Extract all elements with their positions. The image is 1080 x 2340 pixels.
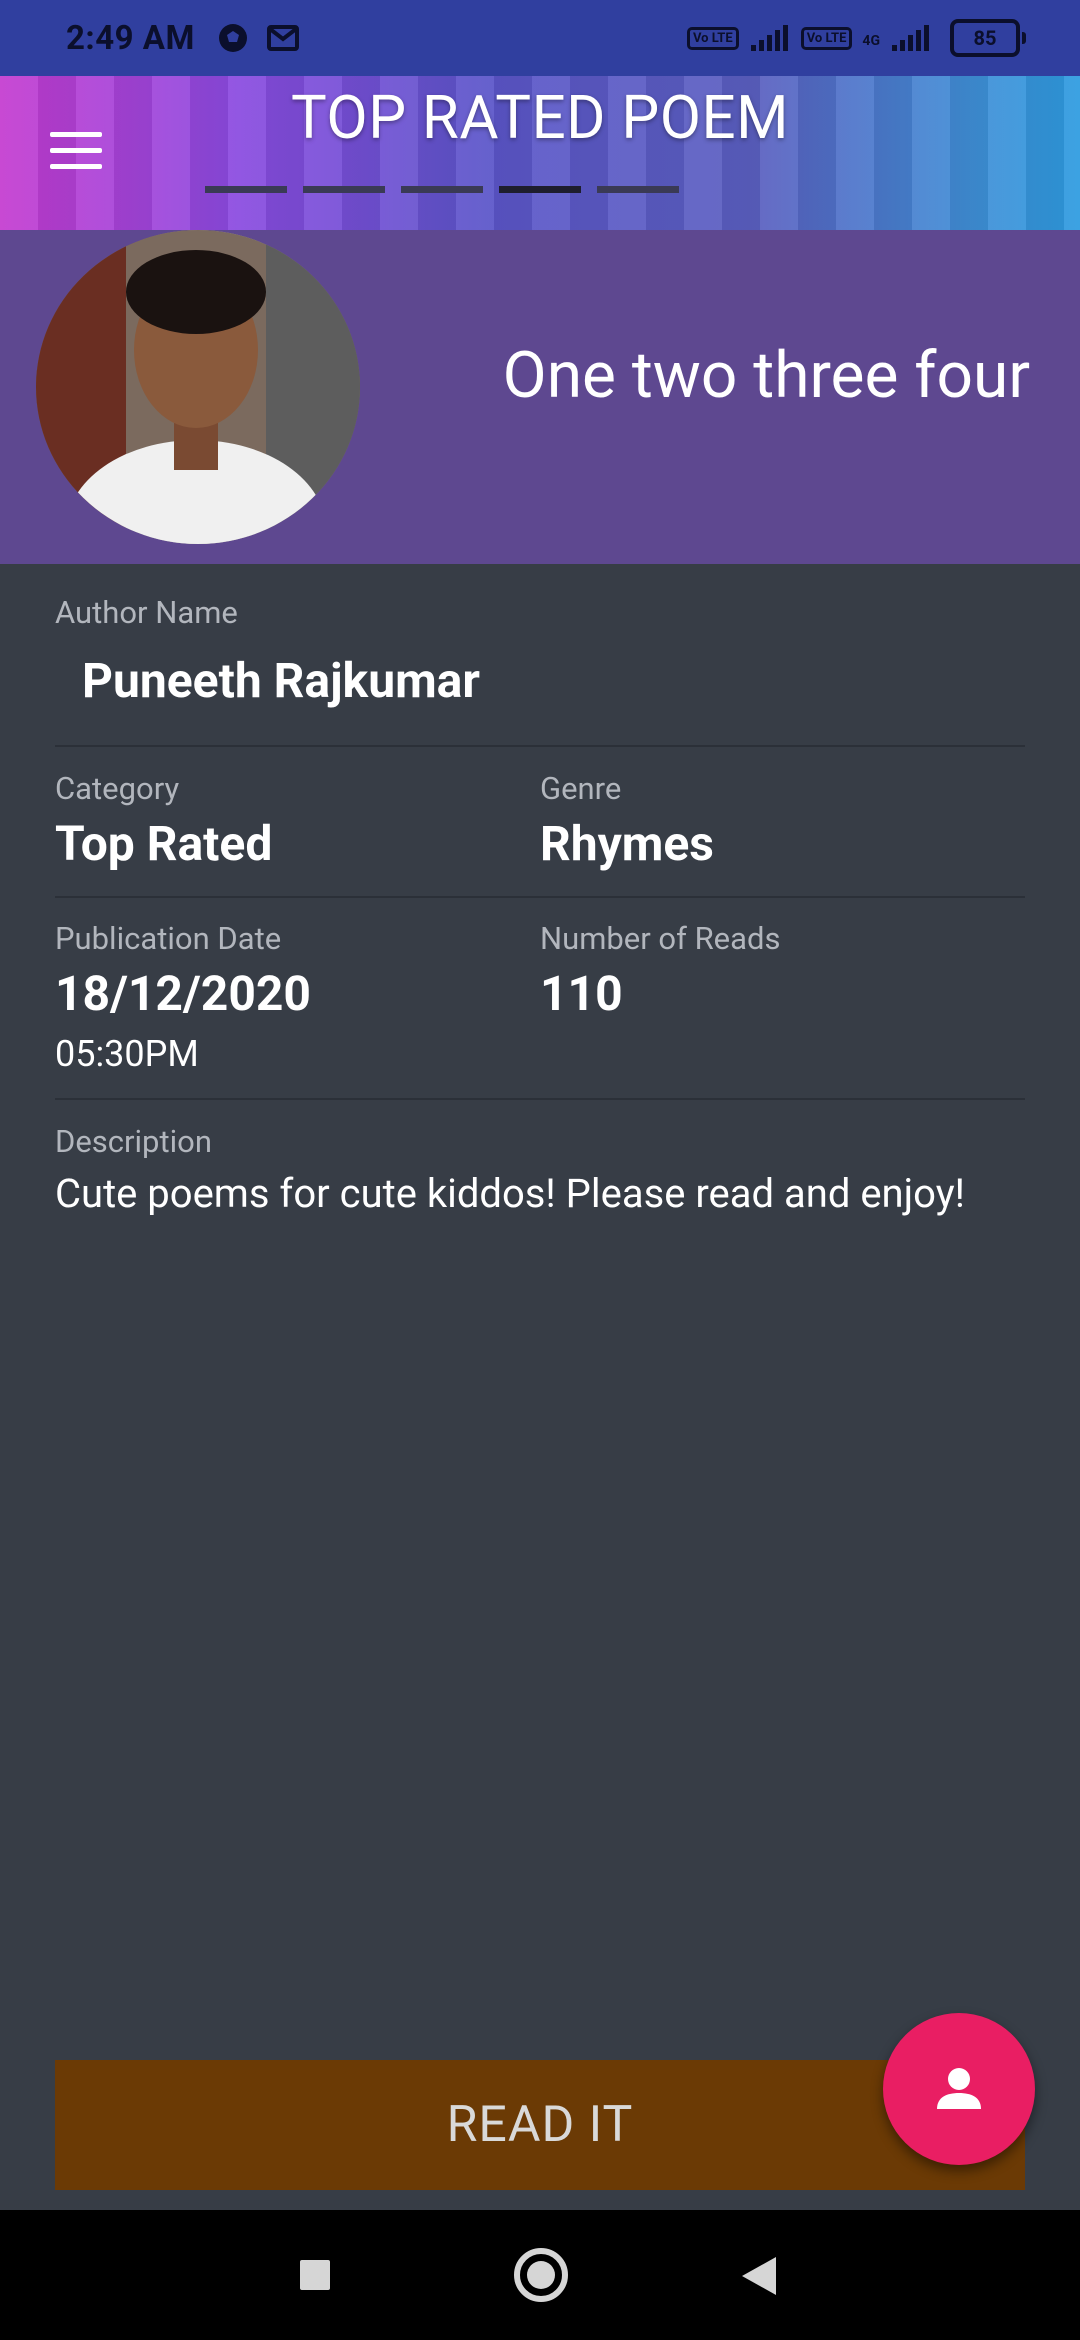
divider [55, 745, 1025, 747]
category-value: Top Rated [55, 815, 273, 872]
page-indicator[interactable] [597, 186, 679, 193]
soccer-ball-icon [218, 24, 247, 52]
description-value: Cute poems for cute kiddos! Please read … [55, 1170, 965, 1217]
status-system-icons: Vo LTE Vo LTE 4G 85 [686, 19, 1026, 57]
battery-icon: 85 [950, 19, 1026, 57]
read-it-button[interactable]: READ IT [55, 2060, 1025, 2190]
status-time: 2:49 AM [66, 18, 195, 58]
author-avatar [36, 230, 360, 544]
divider [55, 896, 1025, 898]
page-indicator[interactable] [205, 186, 287, 193]
avatar-photo [36, 230, 360, 544]
poem-title: One two three four [502, 338, 1030, 413]
genre-label: Genre [540, 770, 622, 807]
signal-icon [750, 25, 788, 51]
back-triangle-icon[interactable] [742, 2257, 776, 2295]
category-label: Category [55, 770, 180, 807]
signal-icon-2 [892, 25, 929, 51]
reads-value: 110 [540, 965, 623, 1022]
home-circle-icon[interactable] [514, 2248, 568, 2302]
app-bar: TOP RATED POEM [0, 76, 1080, 230]
system-nav-bar [0, 2210, 1080, 2340]
publication-date-value: 18/12/2020 [55, 965, 311, 1022]
person-icon [937, 2068, 981, 2109]
status-bar: 2:49 AM Vo LTE Vo LTE 4G 85 [0, 0, 1080, 76]
page-indicators [205, 186, 679, 193]
author-name-value: Puneeth Rajkumar [82, 652, 480, 709]
page-indicator[interactable] [303, 186, 385, 193]
author-name-label: Author Name [55, 594, 238, 631]
volte-badge: Vo LTE [686, 26, 739, 50]
page-indicator-active[interactable] [499, 186, 581, 193]
page-title: TOP RATED POEM [290, 82, 790, 153]
reads-label: Number of Reads [540, 920, 781, 957]
divider [55, 1098, 1025, 1100]
genre-value: Rhymes [540, 815, 714, 872]
gmail-icon [266, 25, 299, 51]
publication-date-label: Publication Date [55, 920, 282, 957]
recents-square-icon[interactable] [300, 2260, 330, 2290]
volte-badge-2: Vo LTE [800, 26, 853, 50]
description-label: Description [55, 1123, 212, 1160]
publication-time-value: 05:30PM [55, 1033, 199, 1075]
network-type: 4G [862, 33, 880, 49]
poem-header-card: One two three four [0, 230, 1080, 564]
page-indicator[interactable] [401, 186, 483, 193]
status-notification-icons [217, 22, 299, 54]
profile-fab-button[interactable] [883, 2013, 1035, 2165]
